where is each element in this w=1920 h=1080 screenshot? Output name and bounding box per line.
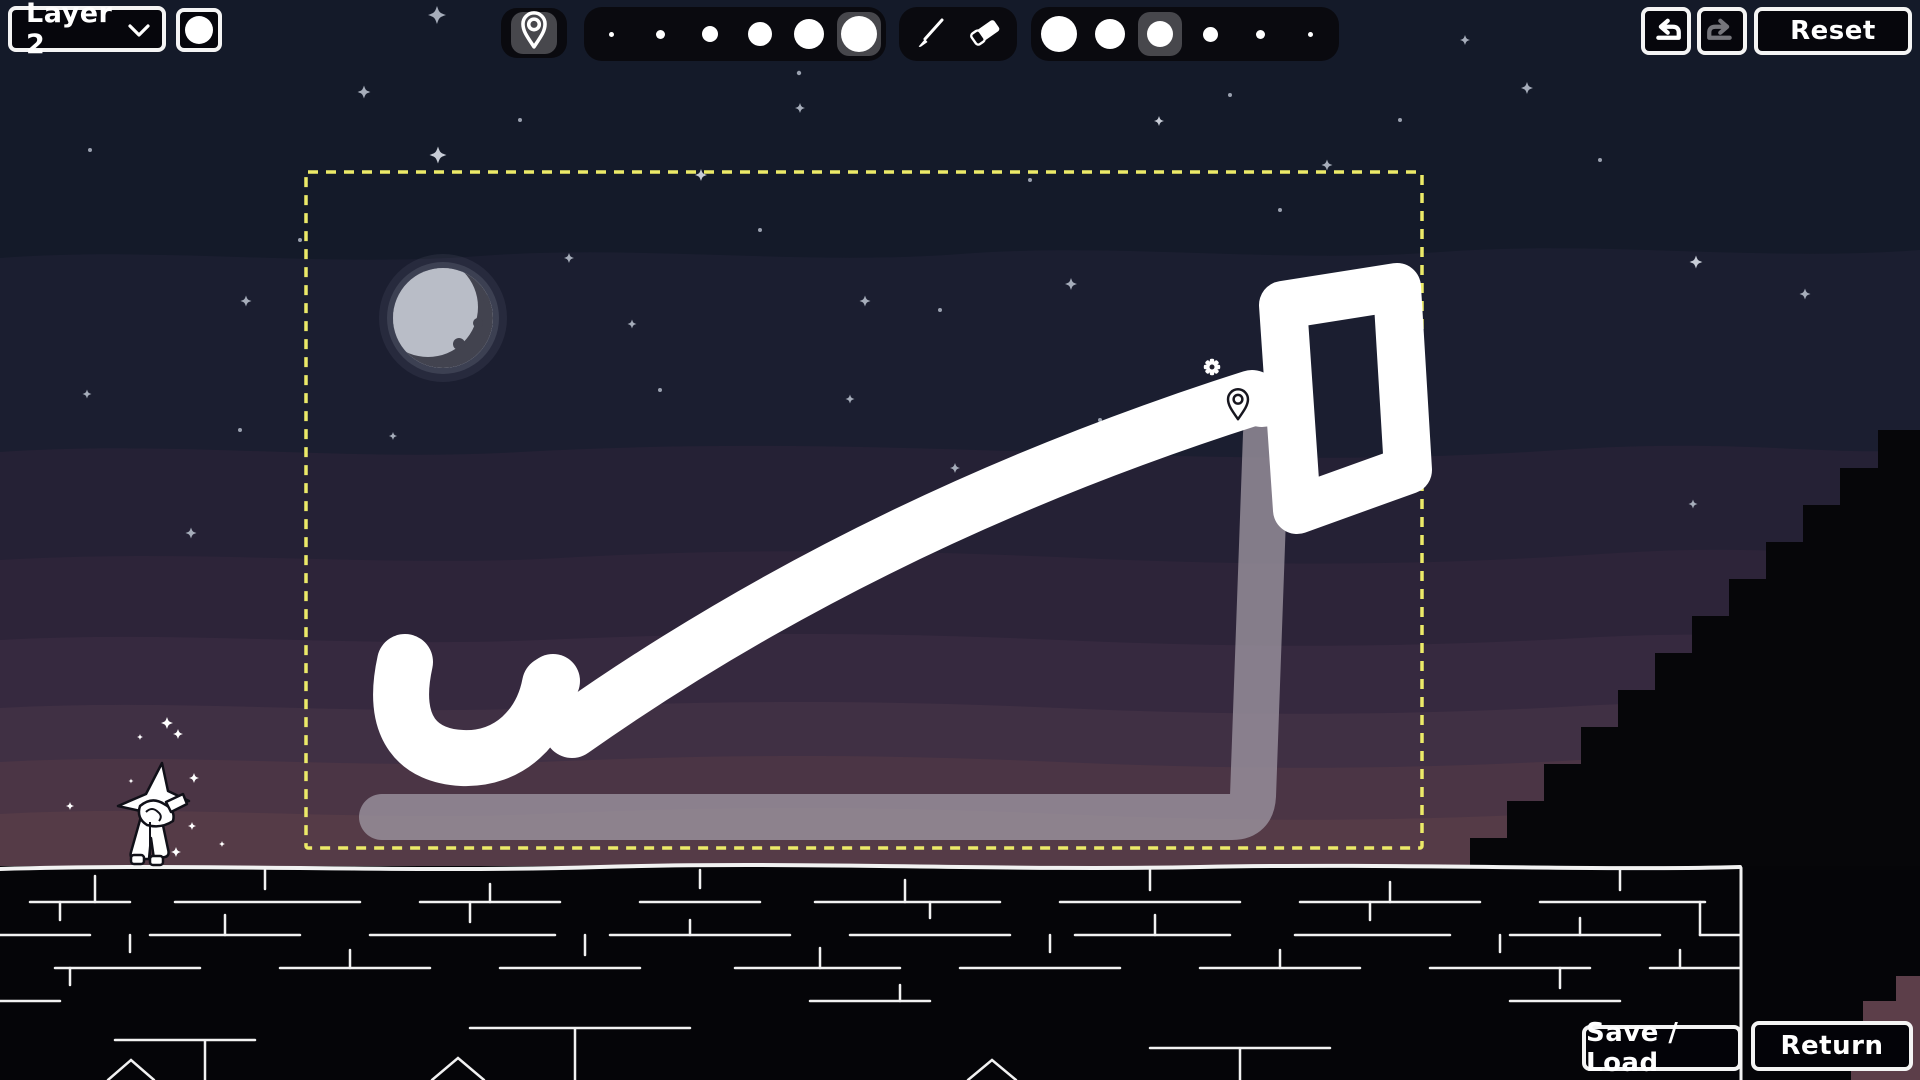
chevron-down-icon xyxy=(128,14,150,45)
brush-size-option-2[interactable] xyxy=(639,12,683,56)
eraser-tool-button[interactable] xyxy=(962,11,1008,57)
brush-icon xyxy=(913,14,949,54)
brush-size-dot xyxy=(656,30,665,39)
pin-tool-selected-highlight xyxy=(511,12,557,54)
stamp-size-dot xyxy=(1095,19,1125,49)
level-editor-screen: Layer 2 xyxy=(0,0,1920,1080)
brush-size-option-1[interactable] xyxy=(589,12,633,56)
save-load-button[interactable]: Save / Load xyxy=(1582,1025,1742,1071)
stamp-size-option-1[interactable] xyxy=(1037,12,1081,56)
stamp-size-option-5[interactable] xyxy=(1238,12,1282,56)
undo-arrow-icon xyxy=(1649,16,1683,46)
brush-size-option-4[interactable] xyxy=(738,12,782,56)
brush-size-toolbar xyxy=(584,7,886,61)
brush-size-dot xyxy=(841,16,877,52)
pin-tool-button[interactable] xyxy=(501,8,567,58)
stamp-size-toolbar xyxy=(1031,7,1339,61)
brush-tool-button[interactable] xyxy=(908,11,954,57)
reset-button-label: Reset xyxy=(1790,16,1876,46)
stamp-size-option-3[interactable] xyxy=(1138,12,1182,56)
brush-size-option-5[interactable] xyxy=(787,12,831,56)
reset-button[interactable]: Reset xyxy=(1754,7,1912,55)
redo-button[interactable] xyxy=(1697,7,1747,55)
brush-size-dot xyxy=(794,19,824,49)
gear-icon[interactable] xyxy=(1204,359,1220,375)
stamp-size-dot xyxy=(1308,32,1313,37)
stamp-size-dot xyxy=(1256,30,1265,39)
active-color-swatch[interactable] xyxy=(176,8,222,52)
moon xyxy=(378,254,507,382)
return-button-label: Return xyxy=(1781,1031,1884,1061)
pin-icon xyxy=(519,11,549,55)
stamp-size-option-2[interactable] xyxy=(1088,12,1132,56)
brush-size-option-3[interactable] xyxy=(688,12,732,56)
redo-arrow-icon xyxy=(1705,16,1739,46)
stamp-size-option-6[interactable] xyxy=(1289,12,1333,56)
layer-dropdown-value: Layer 2 xyxy=(26,0,128,60)
draw-tools-toolbar xyxy=(899,7,1017,61)
save-load-button-label: Save / Load xyxy=(1586,1018,1738,1078)
brush-size-dot xyxy=(702,26,718,42)
stamp-size-dot xyxy=(1041,16,1077,52)
stamp-size-dot xyxy=(1147,21,1173,47)
return-button[interactable]: Return xyxy=(1751,1021,1913,1071)
brush-size-dot xyxy=(748,22,772,46)
eraser-icon xyxy=(966,14,1004,54)
stamp-size-option-4[interactable] xyxy=(1188,12,1232,56)
stamp-size-dot xyxy=(1203,27,1218,42)
undo-button[interactable] xyxy=(1641,7,1691,55)
brush-size-dot xyxy=(609,32,614,37)
layer-dropdown[interactable]: Layer 2 xyxy=(8,6,166,52)
color-swatch-circle xyxy=(185,16,213,44)
brush-size-option-6[interactable] xyxy=(837,12,881,56)
